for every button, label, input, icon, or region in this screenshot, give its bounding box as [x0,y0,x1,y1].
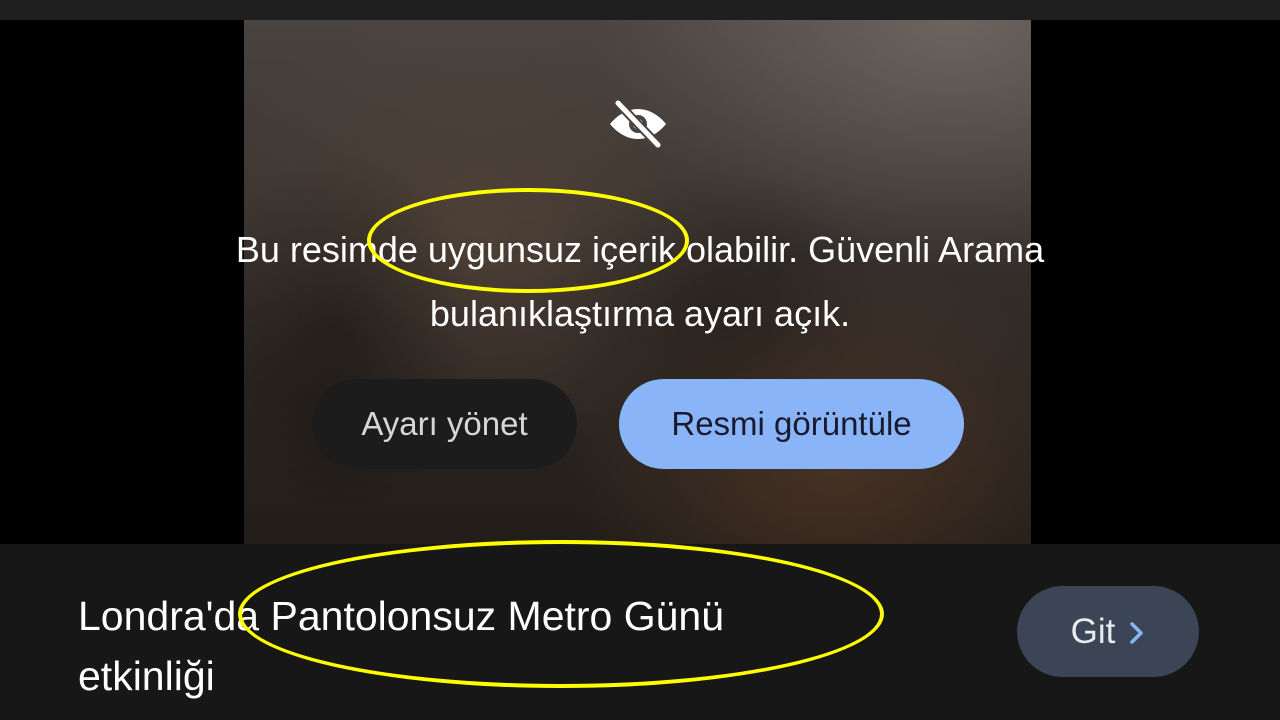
chevron-right-icon [1130,621,1144,644]
warning-line-1: Bu resimde uygunsuz içerik olabilir. Güv… [235,229,1045,270]
result-title: Londra'da Pantolonsuz Metro Günü etkinli… [78,586,938,706]
top-strip [0,0,1280,20]
manage-setting-button[interactable]: Ayarı yönet [312,379,577,469]
result-title-line-1: Londra'da Pantolonsuz Metro Günü [78,593,725,639]
eye-off-icon [610,100,666,148]
go-button-label: Git [1070,611,1116,651]
view-image-button[interactable]: Resmi görüntüle [619,379,964,469]
sensitive-content-warning: Bu resimde uygunsuz içerik olabilir. Güv… [0,218,1280,346]
result-title-line-2: etkinliği [78,653,215,699]
go-button[interactable]: Git [1017,586,1199,677]
warning-line-2: bulanıklaştırma ayarı açık. [429,293,851,334]
page: Bu resimde uygunsuz içerik olabilir. Güv… [0,0,1280,720]
